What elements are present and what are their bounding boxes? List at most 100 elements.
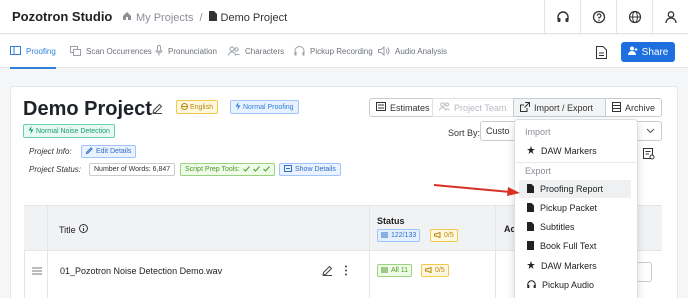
edit-details-button[interactable]: Edit Details bbox=[81, 145, 137, 158]
check-icon bbox=[242, 165, 250, 174]
document-icon[interactable] bbox=[589, 41, 613, 63]
characters-icon bbox=[228, 46, 240, 58]
pencil-icon[interactable] bbox=[322, 265, 333, 279]
list-icon bbox=[381, 232, 388, 240]
file-icon bbox=[527, 183, 534, 195]
team-icon bbox=[439, 102, 450, 113]
menu-item-pickup-audio[interactable]: Pickup Audio bbox=[519, 276, 631, 294]
menu-item-pickup-packet[interactable]: Pickup Packet bbox=[519, 199, 631, 217]
user-plus-icon bbox=[627, 46, 638, 58]
tab-scan-occurrences[interactable]: Scan Occurrences bbox=[70, 35, 152, 68]
menu-item-label: Pickup Packet bbox=[540, 203, 598, 213]
project-team-button[interactable]: Project Team bbox=[432, 98, 514, 117]
app-brand[interactable]: Pozotron Studio bbox=[12, 9, 112, 24]
kebab-menu-icon[interactable] bbox=[344, 265, 348, 279]
archive-icon bbox=[612, 101, 621, 114]
tab-pronunciation[interactable]: Pronunciation bbox=[155, 35, 217, 68]
annotation-arrow-icon bbox=[433, 184, 520, 196]
noise-label: Normal Noise Detection bbox=[36, 127, 110, 135]
proofing-chip: Normal Proofing bbox=[230, 100, 299, 114]
menu-item-subtitles[interactable]: Subtitles bbox=[519, 218, 631, 236]
language-chip: English bbox=[176, 100, 218, 114]
edit-details-label: Edit Details bbox=[96, 148, 132, 155]
home-icon[interactable] bbox=[122, 11, 132, 24]
menu-item-label: Pickup Audio bbox=[542, 280, 595, 290]
file-icon bbox=[527, 221, 534, 233]
tab-label: Proofing bbox=[26, 47, 56, 56]
list-icon bbox=[284, 165, 292, 174]
export-heading: Export bbox=[525, 166, 552, 176]
star-icon bbox=[527, 146, 535, 156]
user-icon[interactable] bbox=[652, 0, 688, 34]
menu-item-export-daw-markers[interactable]: DAW Markers bbox=[519, 257, 631, 275]
lightning-icon bbox=[235, 102, 241, 112]
project-status-label: Project Status: bbox=[29, 165, 82, 174]
drag-handle-icon[interactable] bbox=[32, 266, 42, 278]
file-icon bbox=[527, 202, 534, 214]
sort-by-label: Sort By: bbox=[448, 128, 481, 138]
lightning-icon bbox=[28, 126, 34, 136]
project-info-label: Project Info: bbox=[29, 147, 72, 156]
column-divider bbox=[47, 205, 48, 298]
menu-item-import-daw-markers[interactable]: DAW Markers bbox=[519, 142, 631, 160]
menu-item-label: Book Full Text bbox=[540, 241, 597, 251]
project-team-label: Project Team bbox=[454, 102, 507, 113]
pencil-icon[interactable] bbox=[152, 103, 163, 117]
header-status-blue: 122/133 bbox=[377, 229, 421, 242]
megaphone-icon bbox=[425, 266, 432, 275]
file-icon bbox=[208, 11, 217, 24]
breadcrumb-separator: / bbox=[199, 11, 203, 24]
headphones-icon[interactable] bbox=[544, 0, 580, 34]
header-status-yellow: 0/5 bbox=[430, 229, 458, 242]
header-status-blue-value: 122/133 bbox=[391, 232, 417, 239]
row-status-green: All 11 bbox=[377, 264, 412, 277]
help-icon[interactable] bbox=[580, 0, 616, 34]
title-column-header[interactable]: Title bbox=[59, 224, 88, 235]
top-icons bbox=[544, 0, 688, 34]
top-bar: Pozotron Studio My Projects / Demo Proje… bbox=[0, 0, 688, 34]
archive-button[interactable]: Archive bbox=[605, 98, 662, 117]
row-status-yellow-value: 0/5 bbox=[435, 267, 445, 274]
tab-label: Scan Occurrences bbox=[86, 47, 152, 56]
page-title: Demo Project bbox=[23, 98, 152, 120]
menu-item-book-full-text[interactable]: Book Full Text bbox=[519, 237, 631, 255]
row-title[interactable]: 01_Pozotron Noise Detection Demo.wav bbox=[60, 266, 222, 276]
columns-icon bbox=[10, 46, 21, 57]
share-button[interactable]: Share bbox=[621, 42, 675, 62]
menu-item-label: Subtitles bbox=[540, 222, 575, 232]
word-count-badge: Number of Words: 6,847 bbox=[89, 163, 176, 176]
language-label: English bbox=[190, 103, 213, 111]
chevron-down-icon bbox=[646, 126, 655, 137]
script-prep-badge: Script Prep Tools: bbox=[180, 163, 275, 176]
row-status-green-value: All 11 bbox=[391, 267, 408, 274]
breadcrumb: My Projects / Demo Project bbox=[122, 11, 287, 24]
project-tabs: Proofing Scan Occurrences Pronunciation … bbox=[0, 35, 688, 69]
tab-pickup-recording[interactable]: Pickup Recording bbox=[294, 35, 373, 68]
tab-audio-analysis[interactable]: Audio Analysis bbox=[378, 35, 447, 68]
share-label: Share bbox=[641, 46, 669, 58]
menu-item-label: DAW Markers bbox=[541, 261, 597, 271]
menu-item-proofing-report[interactable]: Proofing Report bbox=[519, 180, 631, 198]
tab-label: Pronunciation bbox=[168, 47, 217, 56]
row-status-yellow: 0/5 bbox=[421, 264, 449, 277]
noise-detection-chip: Normal Noise Detection bbox=[23, 124, 115, 138]
filter-list-icon[interactable] bbox=[643, 148, 655, 163]
list-icon bbox=[381, 267, 388, 275]
breadcrumb-my-projects[interactable]: My Projects bbox=[136, 12, 193, 24]
tab-characters[interactable]: Characters bbox=[228, 35, 284, 68]
menu-item-label: Proofing Report bbox=[540, 184, 604, 194]
import-heading: Import bbox=[525, 127, 551, 137]
status-column-header: Status bbox=[377, 216, 405, 226]
column-divider bbox=[495, 205, 496, 298]
header-status-yellow-value: 0/5 bbox=[444, 232, 454, 239]
globe-icon bbox=[181, 102, 188, 112]
title-header-label: Title bbox=[59, 224, 76, 235]
check-icon bbox=[252, 165, 260, 174]
show-details-button[interactable]: Show Details bbox=[279, 163, 341, 176]
estimates-button[interactable]: Estimates bbox=[369, 98, 433, 117]
menu-divider bbox=[514, 162, 638, 163]
import-export-button[interactable]: Import / Export bbox=[513, 98, 606, 117]
tab-proofing[interactable]: Proofing bbox=[10, 35, 56, 69]
globe-icon[interactable] bbox=[616, 0, 652, 34]
info-icon[interactable] bbox=[78, 224, 88, 235]
